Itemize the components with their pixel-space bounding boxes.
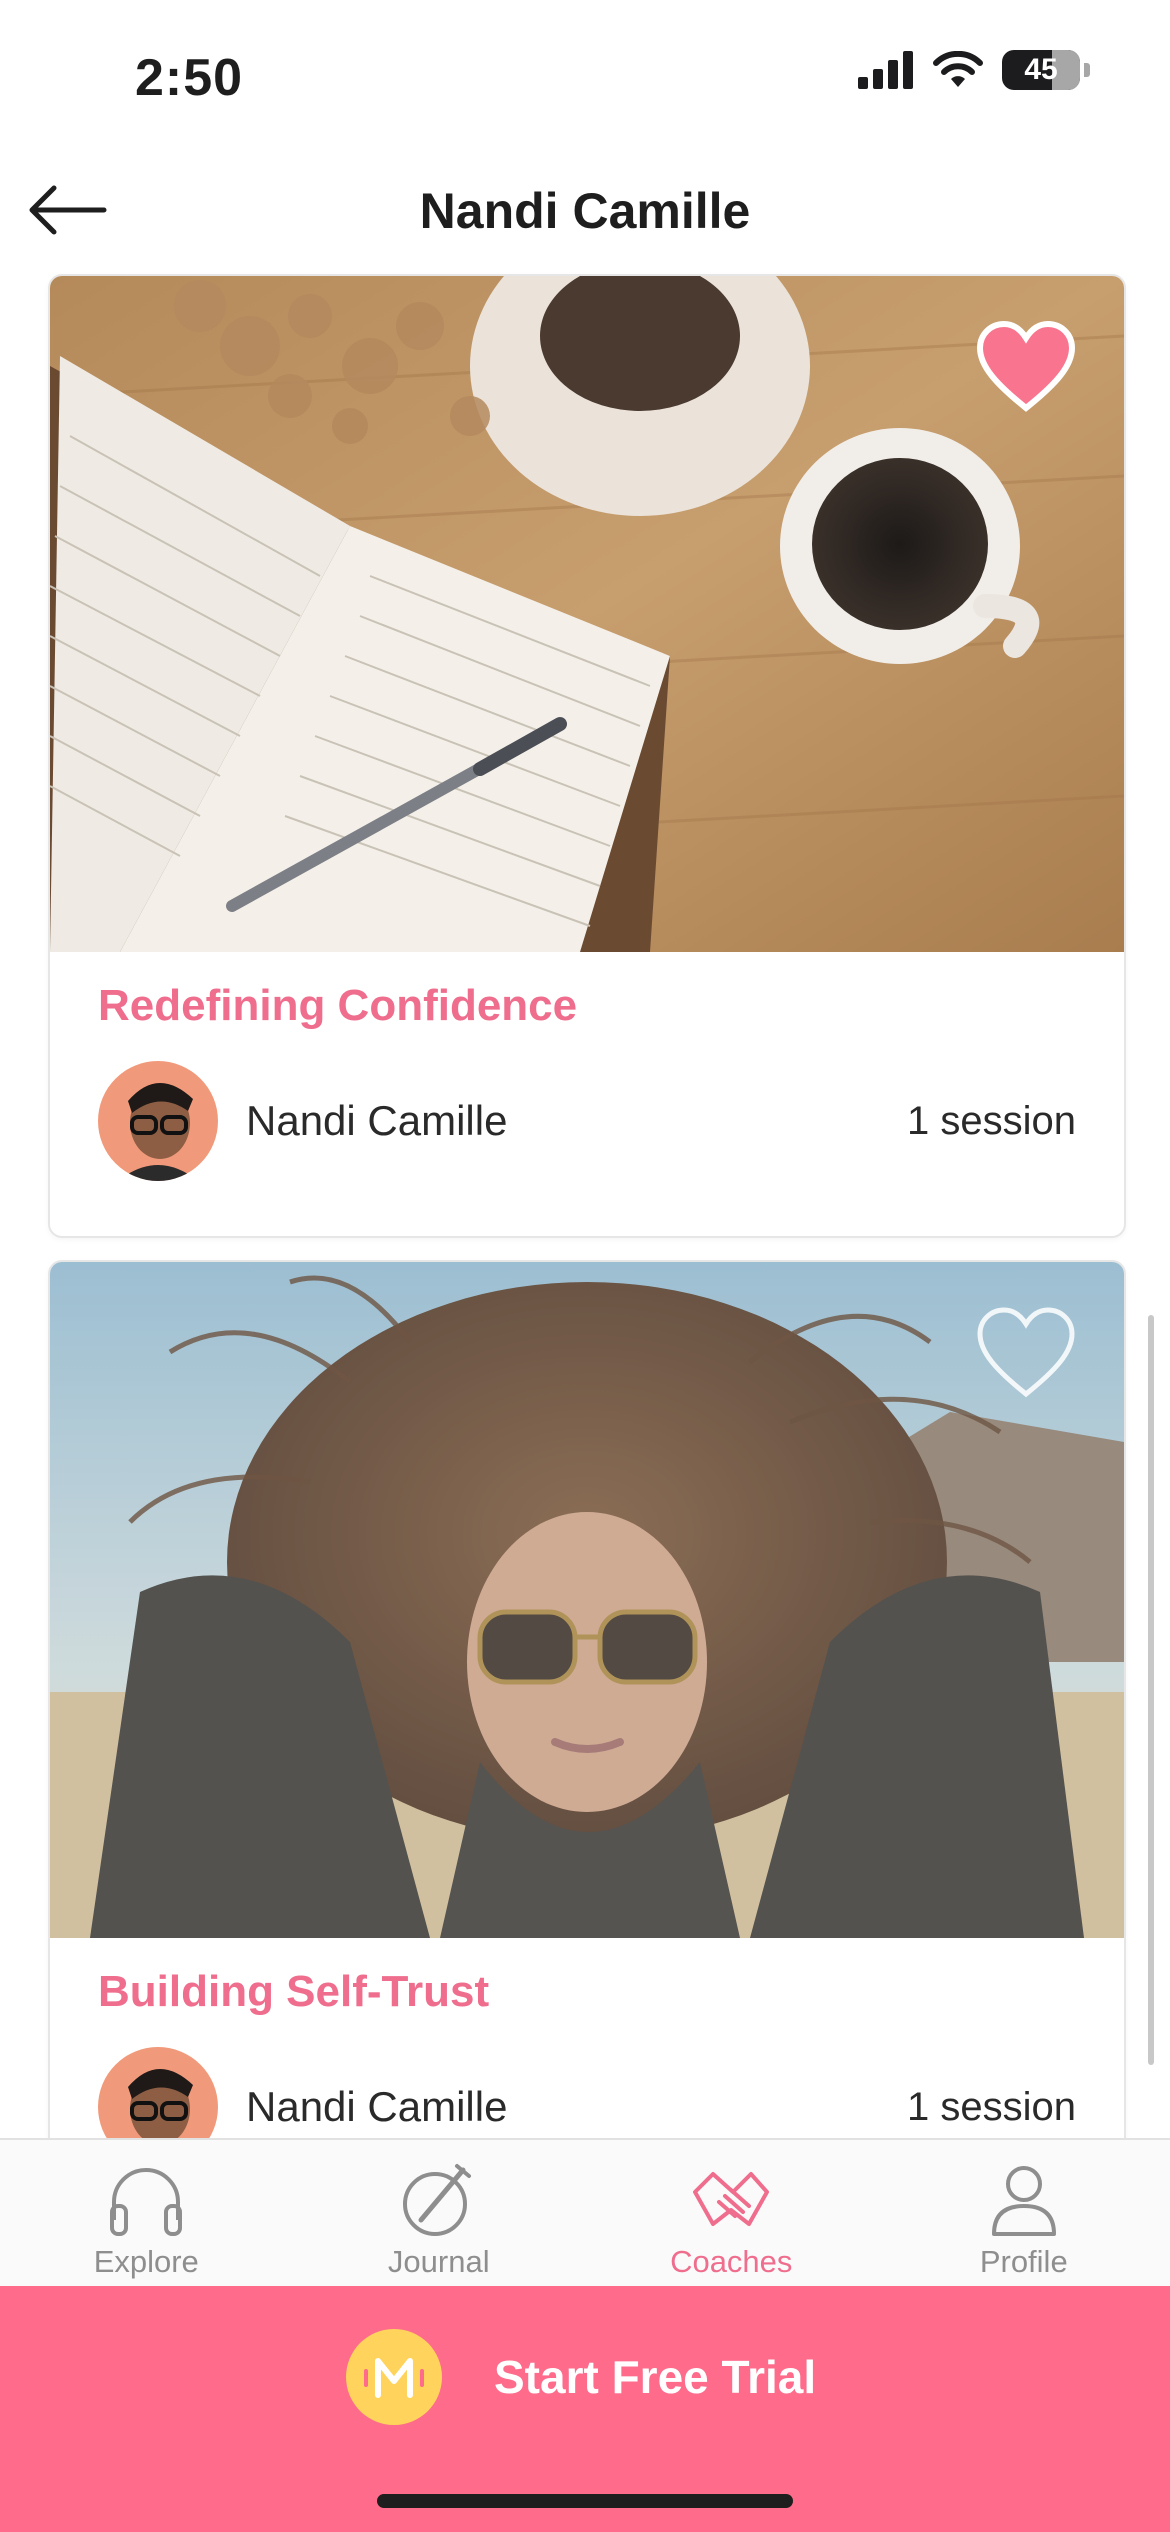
start-free-trial-button[interactable]: Start Free Trial — [0, 2286, 1170, 2532]
tab-label: Coaches — [670, 2244, 793, 2279]
status-icons: 45 — [858, 50, 1090, 90]
session-count: 1 session — [907, 2084, 1076, 2129]
tab-label: Journal — [387, 2244, 490, 2279]
tab-label: Profile — [979, 2244, 1068, 2279]
favorite-heart-outline-icon[interactable] — [976, 1306, 1076, 1402]
signal-icon — [858, 51, 913, 89]
author-name: Nandi Camille — [246, 1097, 508, 1144]
battery-nub — [1084, 63, 1090, 77]
battery-icon: 45 — [1002, 50, 1080, 90]
cta-content: Start Free Trial — [346, 2329, 816, 2425]
page-title: Nandi Camille — [419, 183, 751, 239]
avatar — [98, 2047, 218, 2140]
avatar — [98, 1061, 218, 1181]
program-list[interactable]: Redefining Confidence Nandi Camille 1 se… — [0, 270, 1170, 2140]
person-icon — [991, 2166, 1056, 2236]
home-indicator — [377, 2494, 793, 2508]
program-title[interactable]: Redefining Confidence — [98, 981, 577, 1031]
tab-explore[interactable]: Explore — [0, 2140, 293, 2288]
pencil-circle-icon — [402, 2164, 471, 2236]
battery-level: 45 — [1024, 53, 1058, 86]
nav-bar: Nandi Camille — [0, 160, 1170, 260]
tab-journal[interactable]: Journal — [293, 2140, 586, 2288]
program-card[interactable]: Building Self-Trust Nandi Camille 1 sess… — [48, 1260, 1126, 2140]
program-card[interactable]: Redefining Confidence Nandi Camille 1 se… — [48, 274, 1126, 1238]
woman-windblown-hair-photo — [50, 1262, 1124, 1938]
session-count: 1 session — [907, 1098, 1076, 1143]
author-row: Nandi Camille 1 session — [98, 1061, 1076, 1181]
favorite-heart-icon[interactable] — [976, 320, 1076, 416]
status-time: 2:50 — [135, 49, 244, 107]
author-name: Nandi Camille — [246, 2083, 508, 2130]
wifi-icon — [933, 51, 983, 87]
handshake-icon — [693, 2172, 770, 2226]
status-bar: 2:50 45 — [0, 0, 1170, 150]
program-title[interactable]: Building Self-Trust — [98, 1967, 489, 2017]
tab-label: Explore — [93, 2244, 199, 2279]
journal-coffee-photo — [50, 276, 1124, 952]
headphones-icon — [110, 2168, 183, 2236]
brand-logo-icon — [346, 2329, 442, 2425]
tab-coaches[interactable]: Coaches — [585, 2140, 878, 2288]
cta-label: Start Free Trial — [494, 2351, 817, 2403]
tab-bar: Explore Journal Coaches Profile — [0, 2138, 1170, 2288]
tab-profile[interactable]: Profile — [878, 2140, 1170, 2288]
author-row: Nandi Camille 1 session — [98, 2047, 1076, 2140]
scrollbar[interactable] — [1148, 1315, 1154, 2065]
